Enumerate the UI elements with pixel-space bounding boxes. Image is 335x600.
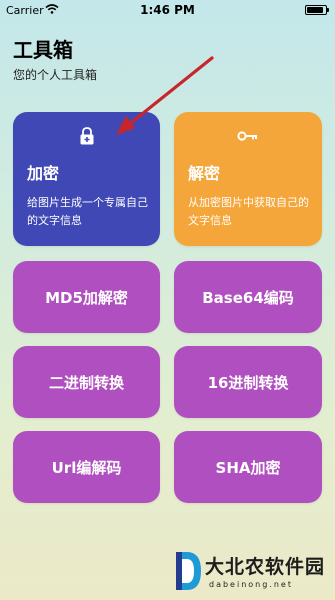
md5-button[interactable]: MD5加解密 — [13, 261, 160, 333]
decrypt-description: 从加密图片中获取自己的文字信息 — [188, 196, 309, 227]
lock-icon — [13, 127, 160, 149]
battery-icon — [305, 5, 329, 15]
key-icon — [174, 127, 322, 146]
page-subtitle: 您的个人工具箱 — [13, 68, 98, 82]
watermark-url: dabeinong.net — [209, 580, 293, 589]
status-time: 1:46 PM — [140, 3, 195, 17]
hex-convert-button[interactable]: 16进制转换 — [174, 346, 322, 418]
encrypt-card[interactable]: 加密 给图片生成一个专属自己的文字信息 — [13, 112, 160, 246]
watermark-text: 大北农软件园 — [205, 556, 326, 578]
page-title: 工具箱 — [13, 38, 73, 62]
decrypt-title: 解密 — [188, 164, 221, 183]
base64-button[interactable]: Base64编码 — [174, 261, 322, 333]
encrypt-description: 给图片生成一个专属自己的文字信息 — [27, 196, 148, 227]
decrypt-card[interactable]: 解密 从加密图片中获取自己的文字信息 — [174, 112, 322, 246]
encrypt-title: 加密 — [27, 164, 60, 183]
watermark-logo — [176, 552, 201, 590]
url-codec-button[interactable]: Url编解码 — [13, 431, 160, 503]
status-bar: Carrier 1:46 PM — [0, 0, 335, 20]
sha-button[interactable]: SHA加密 — [174, 431, 322, 503]
binary-convert-button[interactable]: 二进制转换 — [13, 346, 160, 418]
watermark: 大北农软件园 dabeinong.net — [173, 548, 331, 598]
